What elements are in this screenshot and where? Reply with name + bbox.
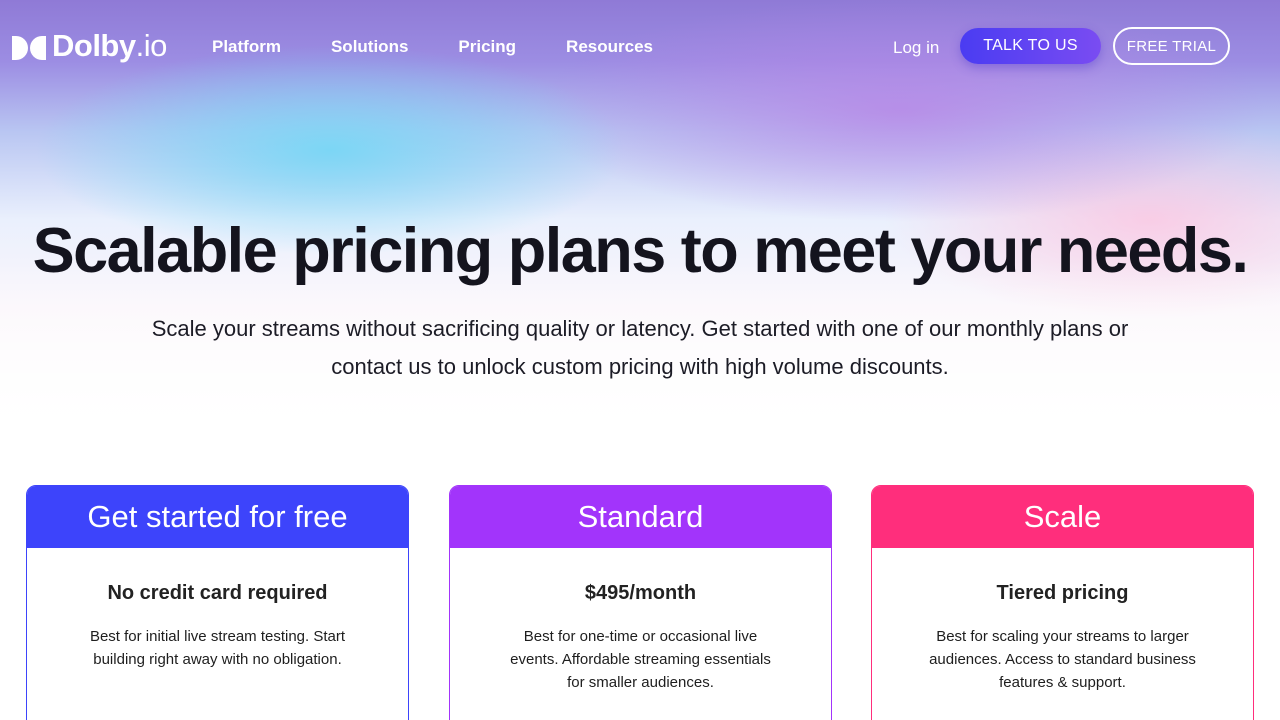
page-subtitle: Scale your streams without sacrificing q… bbox=[151, 316, 1129, 379]
plan-card-free: Get started for free No credit card requ… bbox=[26, 485, 409, 720]
plan-price: Tiered pricing bbox=[996, 582, 1129, 604]
free-trial-button[interactable]: FREE TRIAL bbox=[1113, 27, 1230, 65]
plan-description: Best for one-time or occasional live eve… bbox=[510, 628, 771, 691]
nav-pricing[interactable]: Pricing bbox=[458, 37, 516, 57]
primary-nav: Platform Solutions Pricing Resources bbox=[212, 37, 703, 57]
plan-card-scale: Scale Tiered pricing Best for scaling yo… bbox=[871, 485, 1254, 720]
brand-name: Dolby.io bbox=[52, 28, 167, 63]
plan-card-header: Scale bbox=[872, 486, 1253, 548]
plan-price: $495/month bbox=[584, 582, 697, 604]
talk-to-us-button[interactable]: TALK TO US bbox=[960, 28, 1101, 64]
plan-card-standard: Standard $495/month Best for one-time or… bbox=[449, 485, 832, 720]
plan-price: No credit card required bbox=[107, 582, 328, 604]
login-link[interactable]: Log in bbox=[893, 38, 939, 58]
brand-logo[interactable]: Dolby.io bbox=[12, 28, 167, 64]
top-nav: Dolby.io Platform Solutions Pricing Reso… bbox=[0, 0, 1280, 92]
nav-solutions[interactable]: Solutions bbox=[331, 37, 408, 57]
plan-card-header: Standard bbox=[450, 486, 831, 548]
plan-description: Best for scaling your streams to larger … bbox=[929, 628, 1196, 691]
plan-description: Best for initial live stream testing. St… bbox=[89, 628, 346, 668]
plan-card-header: Get started for free bbox=[27, 486, 408, 548]
page-title: Scalable pricing plans to meet your need… bbox=[32, 216, 1249, 286]
nav-resources[interactable]: Resources bbox=[566, 37, 653, 57]
nav-platform[interactable]: Platform bbox=[212, 37, 281, 57]
dolby-double-d-icon bbox=[12, 32, 48, 60]
